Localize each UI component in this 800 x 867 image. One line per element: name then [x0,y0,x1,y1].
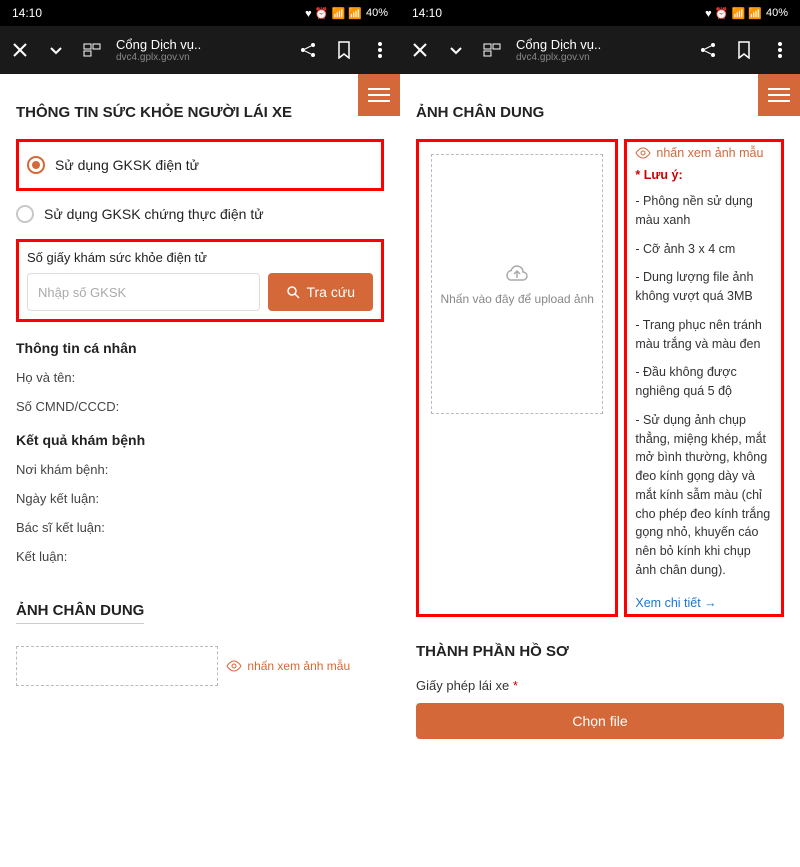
hamburger-menu[interactable] [758,74,800,116]
portrait-section-title: ẢNH CHÂN DUNG [416,104,784,121]
cloud-upload-icon [503,262,531,284]
fullname-label: Họ và tên: [16,370,384,385]
radio-icon-selected [27,156,45,174]
upload-area-partial[interactable] [16,646,218,686]
sample-link[interactable]: nhấn xem ảnh mẫu [635,146,773,160]
status-icons: ♥ ⏰ 📶 📶 40% [305,7,388,20]
note-item: - Đầu không được nghiêng quá 5 độ [635,363,773,401]
tabs-icon[interactable] [80,38,104,62]
exam-place-label: Nơi khám bệnh: [16,462,384,477]
eye-icon [226,660,242,672]
health-section-title: THÔNG TIN SỨC KHỎE NGƯỜI LÁI XE [16,104,384,121]
lookup-button[interactable]: Tra cứu [268,273,373,311]
bookmark-icon[interactable] [732,38,756,62]
exam-result-title: Kết quả khám bệnh [16,432,384,448]
note-item: - Dung lượng file ảnh không vượt quá 3MB [635,268,773,306]
doc-license-label: Giấy phép lái xe * [416,678,784,693]
exam-date-label: Ngày kết luận: [16,491,384,506]
note-item: - Sử dụng ảnh chụp thẳng, miệng khép, mắ… [635,411,773,580]
share-icon[interactable] [296,38,320,62]
hamburger-menu[interactable] [358,74,400,116]
close-icon[interactable] [408,38,432,62]
status-bar: 14:10 ♥ ⏰ 📶 📶 40% [400,0,800,26]
eye-icon [635,147,651,159]
note-item: - Phông nền sử dụng màu xanh [635,192,773,230]
notes-highlight-box: nhấn xem ảnh mẫu * Lưu ý: - Phông nền sử… [624,139,784,617]
radio-icon [16,205,34,223]
radio-gksk-electronic[interactable]: Sử dụng GKSK điện tử [27,150,373,180]
upload-area[interactable]: Nhấn vào đây để upload ảnh [431,154,603,414]
page-url: dvc4.gplx.gov.vn [516,52,684,63]
bookmark-icon[interactable] [332,38,356,62]
chevron-down-icon[interactable] [444,38,468,62]
choose-file-button[interactable]: Chọn file [416,703,784,739]
radio-highlight-box: Sử dụng GKSK điện tử [16,139,384,191]
idnum-label: Số CMND/CCCD: [16,399,384,414]
status-bar: 14:10 ♥ ⏰ 📶 📶 40% [0,0,400,26]
upload-highlight-box: Nhấn vào đây để upload ảnh [416,139,618,617]
page-title: Cổng Dịch vụ.. [116,37,284,52]
radio-gksk-certified[interactable]: Sử dụng GKSK chứng thực điện tử [16,199,384,229]
page-title: Cổng Dịch vụ.. [516,37,684,52]
close-icon[interactable] [8,38,32,62]
detail-link[interactable]: Xem chi tiết → [635,596,716,610]
chevron-down-icon[interactable] [44,38,68,62]
search-icon [286,285,300,299]
note-item: - Trang phục nên tránh màu trắng và màu … [635,316,773,354]
more-icon[interactable] [768,38,792,62]
warning-title: * Lưu ý: [635,168,773,182]
note-item: - Cỡ ảnh 3 x 4 cm [635,240,773,259]
tabs-icon[interactable] [480,38,504,62]
lookup-highlight-box: Số giấy khám sức khỏe điện tử Tra cứu [16,239,384,322]
browser-bar: Cổng Dịch vụ.. dvc4.gplx.gov.vn [400,26,800,74]
lookup-label: Số giấy khám sức khỏe điện tử [27,250,373,265]
status-icons: ♥ ⏰ 📶 📶 40% [705,7,788,20]
sample-link[interactable]: nhấn xem ảnh mẫu [226,646,350,686]
status-time: 14:10 [12,6,42,20]
page-url: dvc4.gplx.gov.vn [116,52,284,63]
browser-bar: Cổng Dịch vụ.. dvc4.gplx.gov.vn [0,26,400,74]
docs-section-title: THÀNH PHẦN HỒ SƠ [416,643,784,660]
more-icon[interactable] [368,38,392,62]
share-icon[interactable] [696,38,720,62]
status-time: 14:10 [412,6,442,20]
personal-info-title: Thông tin cá nhân [16,340,384,356]
exam-doctor-label: Bác sĩ kết luận: [16,520,384,535]
gksk-input[interactable] [27,273,260,311]
page-title-block: Cổng Dịch vụ.. dvc4.gplx.gov.vn [516,37,684,63]
page-title-block: Cổng Dịch vụ.. dvc4.gplx.gov.vn [116,37,284,63]
portrait-section-title: ẢNH CHÂN DUNG [16,602,144,624]
exam-result-label: Kết luận: [16,549,384,564]
